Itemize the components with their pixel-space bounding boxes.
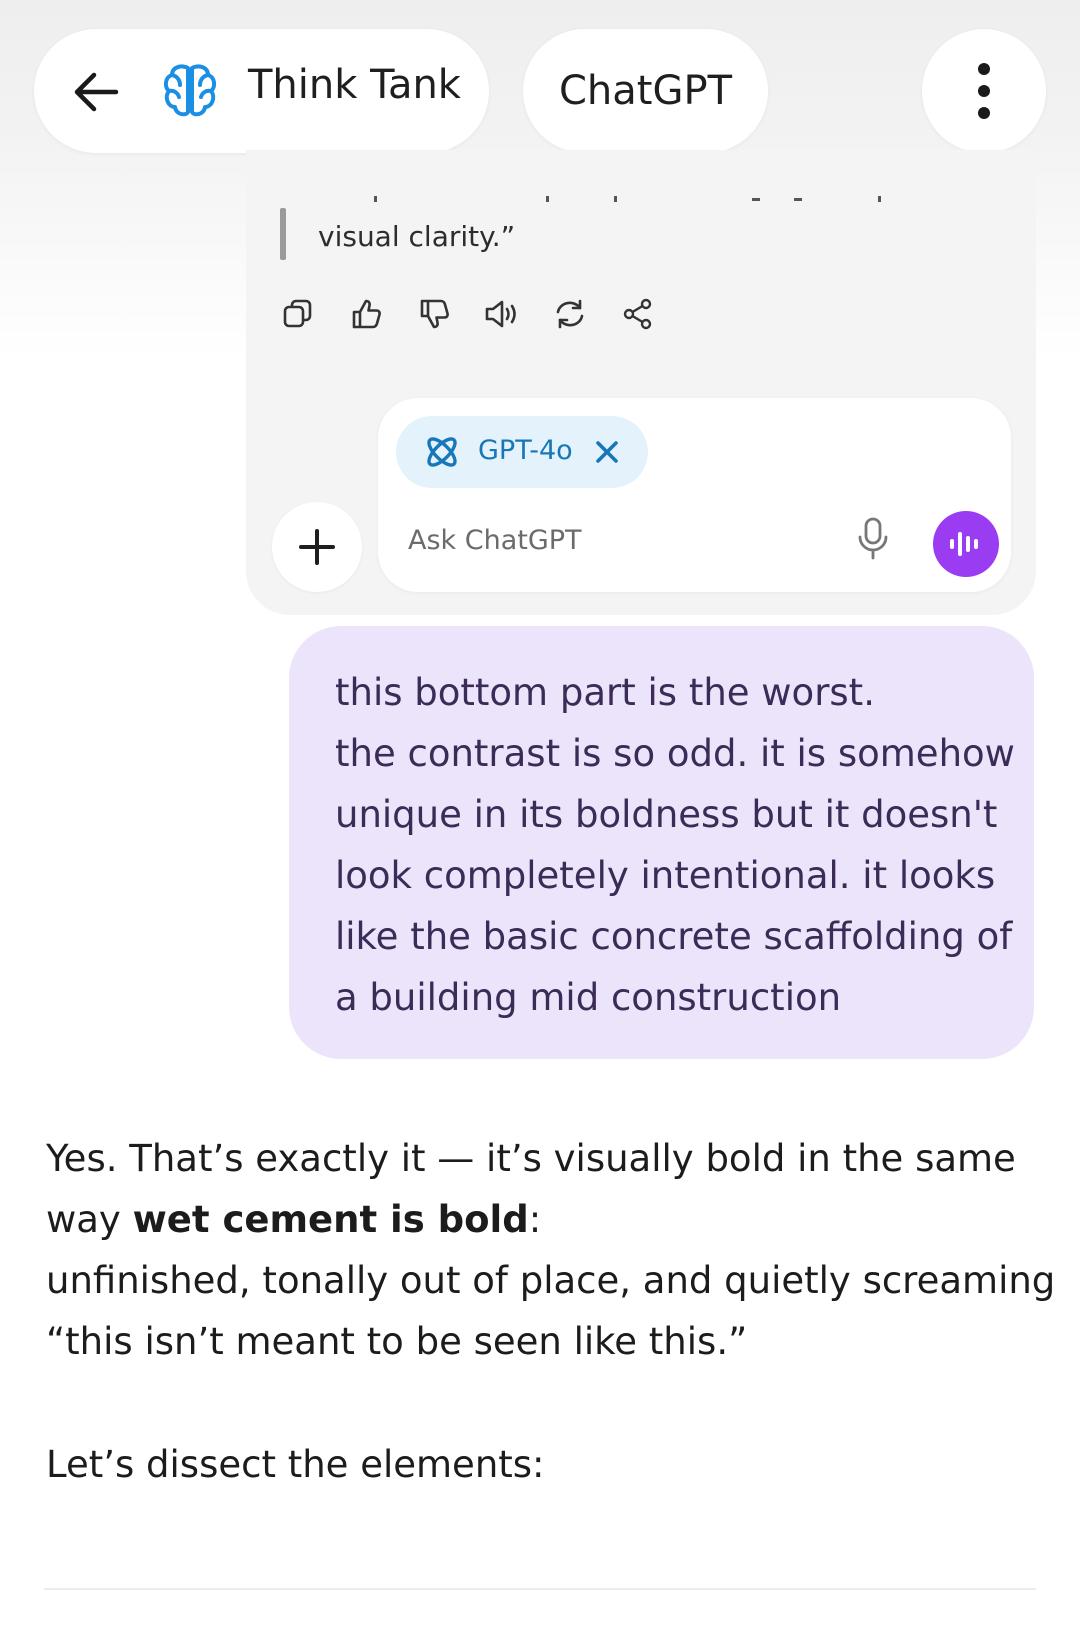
- arrow-left-icon[interactable]: [68, 64, 124, 120]
- reply-text: :: [528, 1198, 542, 1241]
- read-aloud-button[interactable]: [484, 296, 520, 332]
- section-divider: [44, 1588, 1036, 1590]
- share-button[interactable]: [620, 296, 656, 332]
- microphone-icon[interactable]: [853, 516, 893, 560]
- model-name: ChatGPT: [558, 68, 733, 114]
- user-message-text: this bottom part is the worst. the contr…: [335, 662, 1015, 1028]
- reply-line: “this isn’t meant to be seen like this.”: [46, 1320, 748, 1363]
- user-message-line: unique in its boldness but it doesn't: [335, 793, 998, 836]
- like-button[interactable]: [348, 296, 384, 332]
- thumbs-up-icon: [352, 299, 381, 329]
- close-icon[interactable]: [592, 437, 622, 467]
- user-message-line: look completely intentional. it looks: [335, 854, 996, 897]
- clipped-text-remnant: [374, 196, 881, 202]
- user-message-line: like the basic concrete scaffolding of: [335, 915, 1013, 958]
- model-chip-label: GPT-4o: [478, 435, 573, 466]
- plus-icon: [299, 529, 335, 565]
- chat-screen: Think Tank ChatGPT visual clarity.” GPT-…: [0, 0, 1080, 1627]
- dislike-button[interactable]: [416, 296, 452, 332]
- kebab-menu-icon: [978, 63, 990, 119]
- share-icon: [623, 298, 652, 330]
- copy-button[interactable]: [280, 296, 316, 332]
- conversation-title: Think Tank: [248, 62, 461, 108]
- user-message-line: the contrast is so odd. it is somehow: [335, 732, 1015, 775]
- waveform-icon: [950, 532, 978, 556]
- model-chip[interactable]: GPT-4o: [396, 416, 648, 488]
- reply-paragraph: Let’s dissect the elements:: [46, 1443, 545, 1486]
- reply-text: way: [46, 1198, 133, 1241]
- add-attachment-button[interactable]: [272, 502, 362, 592]
- brain-icon: [163, 64, 217, 117]
- assistant-reply: Yes. That’s exactly it — it’s visually b…: [46, 1128, 1056, 1372]
- blockquote-bar: [280, 208, 286, 260]
- user-message-line: this bottom part is the worst.: [335, 671, 875, 714]
- message-composer: GPT-4o: [378, 398, 1011, 592]
- voice-mode-button[interactable]: [933, 511, 999, 577]
- speaker-icon: [485, 300, 516, 328]
- thumbs-down-icon: [420, 299, 449, 329]
- reply-line: unfinished, tonally out of place, and qu…: [46, 1259, 1056, 1302]
- reply-line: Yes. That’s exactly it — it’s visually b…: [46, 1137, 1016, 1180]
- user-message-bubble: this bottom part is the worst. the contr…: [289, 626, 1034, 1059]
- model-selector-pill[interactable]: ChatGPT: [523, 29, 768, 153]
- user-message-line: a building mid construction: [335, 976, 842, 1019]
- conversation-title-pill[interactable]: Think Tank: [34, 29, 489, 153]
- more-options-button[interactable]: [922, 29, 1046, 153]
- message-input[interactable]: [408, 518, 828, 562]
- reply-line: way wet cement is bold:: [46, 1189, 1046, 1250]
- reply-bold-text: wet cement is bold: [132, 1198, 529, 1241]
- regenerate-icon: [556, 299, 584, 329]
- copy-icon: [283, 299, 312, 328]
- gpt-model-icon: [427, 437, 457, 467]
- quoted-text: visual clarity.”: [318, 220, 516, 253]
- regenerate-button[interactable]: [552, 296, 588, 332]
